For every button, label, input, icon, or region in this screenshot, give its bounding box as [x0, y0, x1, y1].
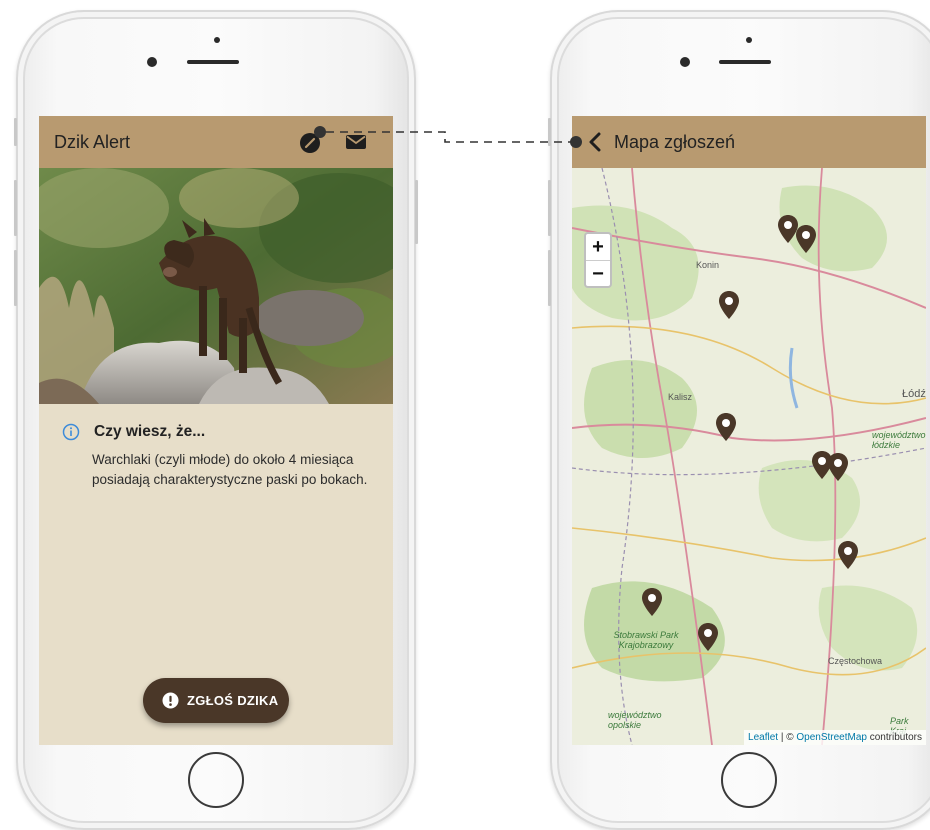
- zoom-out-button[interactable]: −: [586, 261, 610, 287]
- attribution-separator: | ©: [778, 732, 797, 743]
- map-marker-icon[interactable]: [715, 412, 737, 442]
- side-button: [548, 180, 551, 236]
- wild-boar-photo: [39, 168, 393, 404]
- home-button[interactable]: [721, 752, 777, 808]
- zoom-control: + −: [584, 232, 612, 288]
- front-camera: [147, 57, 157, 67]
- map-label-stobrawski: Stobrawski Park Krajobrazowy: [613, 630, 679, 650]
- map-marker-icon[interactable]: [641, 587, 663, 617]
- map-label-konin: Konin: [696, 260, 720, 270]
- osm-link[interactable]: OpenStreetMap: [796, 732, 867, 743]
- map-label-czestochowa: Częstochowa: [828, 656, 883, 666]
- attribution-contributors: contributors: [866, 732, 922, 743]
- map-marker-icon[interactable]: [827, 452, 849, 482]
- back-arrow-icon[interactable]: [586, 132, 604, 152]
- home-screen: Dzik Alert Czy wiesz, że... Warchlaki (c…: [39, 116, 393, 745]
- fact-body: Warchlaki (czyli młode) do około 4 miesi…: [92, 452, 368, 487]
- side-button: [548, 118, 551, 146]
- side-button: [14, 118, 17, 146]
- side-button: [14, 180, 17, 236]
- fact-title: Czy wiesz, że...: [94, 423, 206, 440]
- map-label-wojewodztwo-lodzkie: województwo łódzkie: [872, 430, 926, 450]
- app-title: Dzik Alert: [54, 132, 131, 152]
- earpiece-speaker: [719, 60, 771, 64]
- map-marker-icon[interactable]: [297, 130, 323, 156]
- map-marker-icon[interactable]: [837, 540, 859, 570]
- map-label-kalisz: Kalisz: [668, 392, 693, 402]
- earpiece-speaker: [187, 60, 239, 64]
- map-attribution: Leaflet | © OpenStreetMap contributors: [744, 730, 926, 745]
- proximity-sensor: [214, 37, 220, 43]
- app-bar: Mapa zgłoszeń: [572, 116, 926, 168]
- leaflet-link[interactable]: Leaflet: [748, 732, 778, 743]
- home-button[interactable]: [188, 752, 244, 808]
- map-label-lodz: Łódź: [902, 388, 926, 400]
- front-camera: [680, 57, 690, 67]
- side-button: [548, 250, 551, 306]
- mail-icon[interactable]: [345, 133, 367, 151]
- side-button: [14, 250, 17, 306]
- reports-map[interactable]: Konin Kalisz Łódź województwo łódzkie St…: [572, 168, 926, 745]
- app-bar: Dzik Alert: [39, 116, 393, 168]
- alert-icon: [162, 692, 179, 709]
- map-screen: Mapa zgłoszeń Konin Kalisz Łódź wojewódz…: [572, 116, 926, 745]
- map-marker-icon[interactable]: [718, 290, 740, 320]
- info-icon: [62, 423, 80, 441]
- map-marker-icon[interactable]: [795, 224, 817, 254]
- map-label-wojewodztwo-opolskie: województwo opolskie: [608, 710, 662, 730]
- screen-title: Mapa zgłoszeń: [614, 132, 736, 152]
- zoom-in-button[interactable]: +: [586, 234, 610, 260]
- side-button: [415, 180, 418, 244]
- map-marker-icon[interactable]: [697, 622, 719, 652]
- report-boar-button[interactable]: ZGŁOŚ DZIKA: [143, 678, 289, 723]
- report-button-label: ZGŁOŚ DZIKA: [187, 693, 279, 708]
- proximity-sensor: [746, 37, 752, 43]
